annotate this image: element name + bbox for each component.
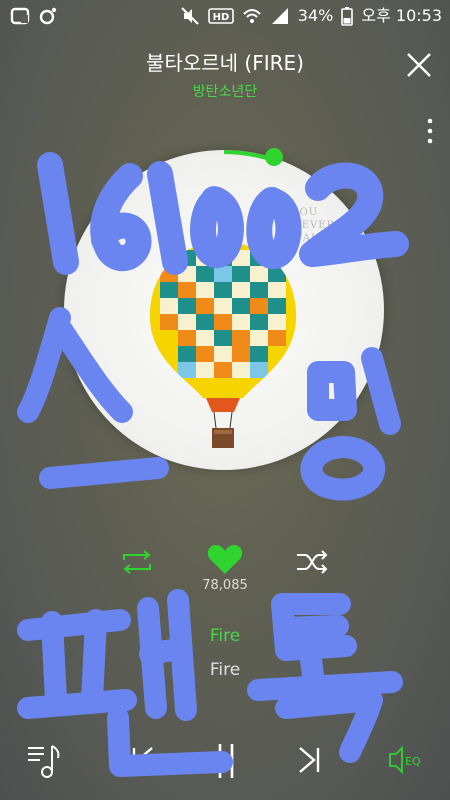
status-time: 오후 10:53 [361,6,442,25]
next-track-icon[interactable] [294,738,326,782]
olleh-icon [10,7,30,25]
shuffle-icon[interactable] [295,550,329,574]
heart-icon[interactable] [207,544,243,576]
song-title: 불타오르네 (FIRE) [146,51,304,75]
hd-icon: HD [207,8,234,24]
like-count: 78,085 [202,578,248,593]
artist-name[interactable]: 방탄소년단 [0,82,450,102]
player-controls: EQ [0,730,450,790]
repeat-icon[interactable] [120,550,154,574]
mute-icon [181,7,199,25]
status-bar: HD 34% 오후 10:53 [0,0,450,34]
lyric-next-line[interactable]: Fire [0,660,450,680]
svg-text:EQ: EQ [405,755,421,768]
battery-icon [341,7,354,26]
signal-icon [271,8,288,24]
playlist-icon[interactable] [26,738,66,782]
elapsed-time: 0:19 [196,198,223,212]
track-header: 불타오르네 (FIRE) 방탄소년단 [0,50,450,110]
previous-track-icon[interactable] [126,738,158,782]
battery-level: 34% [297,6,334,25]
close-icon[interactable] [404,50,434,80]
equalizer-icon[interactable]: EQ [386,738,430,782]
camera-dot-icon [39,7,57,25]
more-options-icon[interactable] [420,116,440,146]
pause-icon[interactable] [211,738,241,782]
lyric-current-line[interactable]: Fire [0,626,450,646]
svg-text:HD: HD [212,12,229,23]
progress-thumb[interactable] [265,148,283,166]
hot-air-balloon-image [149,242,297,448]
wifi-icon [243,9,261,23]
album-art-text: YOU NEVER WALK ALONE [292,207,336,248]
